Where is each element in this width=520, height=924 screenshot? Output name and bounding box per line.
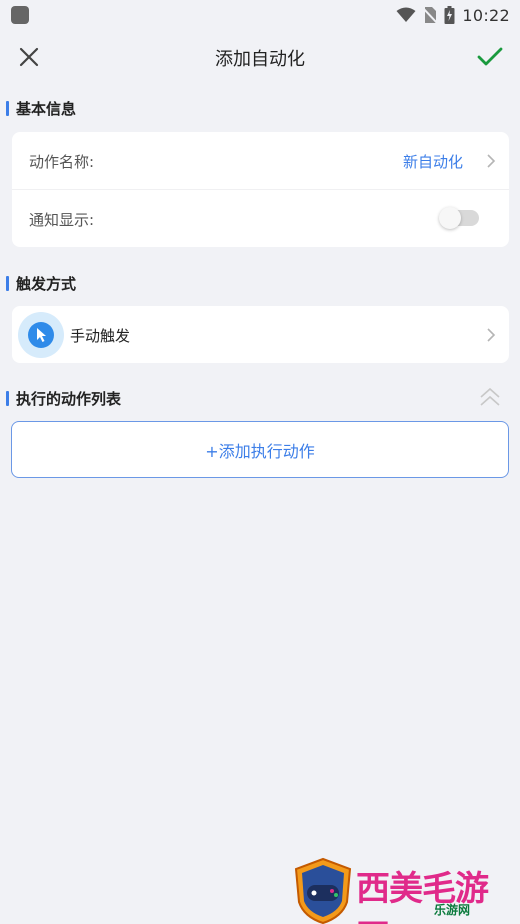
action-name-row[interactable]: 动作名称: 新自动化 bbox=[12, 132, 509, 190]
chevron-right-icon bbox=[487, 154, 496, 168]
action-name-label: 动作名称: bbox=[29, 153, 95, 171]
watermark-logo: 西美毛游网 乐游网 bbox=[292, 857, 520, 924]
confirm-button[interactable] bbox=[474, 42, 506, 72]
section-basic-info: 基本信息 bbox=[0, 97, 520, 121]
add-action-label: +添加执行动作 bbox=[205, 441, 315, 461]
section-accent-bar bbox=[6, 101, 9, 116]
status-indicators: 10:22 bbox=[396, 5, 510, 25]
status-time: 10:22 bbox=[462, 5, 510, 25]
toggle-knob bbox=[439, 207, 461, 229]
section-trigger: 触发方式 bbox=[0, 272, 520, 296]
chevron-right-icon bbox=[487, 328, 496, 342]
section-accent-bar bbox=[6, 276, 9, 291]
battery-icon bbox=[444, 6, 455, 24]
watermark-subtext: 乐游网 bbox=[434, 903, 471, 917]
app-notification-icon bbox=[11, 6, 29, 24]
section-title-actions: 执行的动作列表 bbox=[16, 390, 122, 408]
top-bar: 添加自动化 bbox=[0, 30, 520, 84]
notify-display-toggle[interactable] bbox=[439, 207, 479, 229]
trigger-card[interactable]: 手动触发 bbox=[12, 306, 509, 363]
notify-display-row: 通知显示: bbox=[12, 190, 509, 247]
manual-trigger-label: 手动触发 bbox=[70, 327, 131, 345]
section-title-basic: 基本信息 bbox=[16, 100, 77, 118]
add-action-button[interactable]: +添加执行动作 bbox=[11, 421, 509, 478]
status-bar: 10:22 bbox=[0, 0, 520, 30]
double-chevron-up-icon[interactable] bbox=[478, 385, 502, 411]
basic-info-card: 动作名称: 新自动化 通知显示: bbox=[12, 132, 509, 247]
wifi-icon bbox=[396, 7, 416, 22]
gamepad-shield-icon bbox=[294, 857, 352, 924]
notify-display-label: 通知显示: bbox=[29, 211, 95, 229]
check-icon bbox=[477, 47, 503, 66]
no-sim-icon bbox=[423, 7, 438, 24]
trigger-icon-badge bbox=[18, 312, 64, 358]
cursor-icon bbox=[37, 328, 46, 342]
page-title: 添加自动化 bbox=[215, 49, 305, 70]
section-title-trigger: 触发方式 bbox=[16, 275, 77, 293]
section-actions: 执行的动作列表 bbox=[0, 387, 520, 411]
action-name-value: 新自动化 bbox=[402, 153, 463, 171]
section-accent-bar bbox=[6, 391, 9, 406]
